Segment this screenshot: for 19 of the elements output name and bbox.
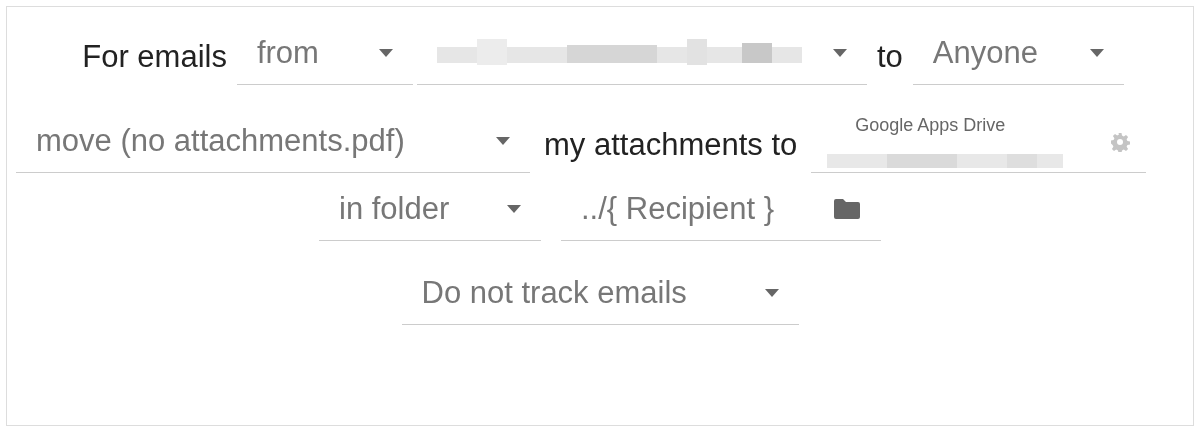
- dropdown[interactable]: Do not track emails: [401, 269, 799, 325]
- dropdown[interactable]: Anyone: [912, 29, 1124, 85]
- field-label: Google Apps Drive: [854, 115, 1007, 136]
- drive-field[interactable]: Google Apps Drive: [811, 113, 1147, 173]
- caret-icon: [378, 48, 393, 57]
- dropdown[interactable]: in folder: [319, 185, 541, 241]
- settings-icon[interactable]: [1110, 131, 1131, 152]
- caret-icon: [507, 204, 521, 213]
- label: For emails: [81, 39, 228, 76]
- caret-icon: [764, 288, 779, 297]
- folder-path-field[interactable]: ../{ Recipient }: [561, 185, 881, 241]
- dropdown[interactable]: move (no attachments.pdf): [16, 117, 530, 173]
- caret-icon: [496, 136, 510, 145]
- label: to: [875, 39, 904, 76]
- label: my attachments to: [543, 127, 799, 164]
- caret-icon: [832, 48, 847, 57]
- caret-icon: [1089, 48, 1104, 57]
- folder-icon[interactable]: [833, 197, 861, 220]
- dropdown[interactable]: from: [236, 29, 413, 85]
